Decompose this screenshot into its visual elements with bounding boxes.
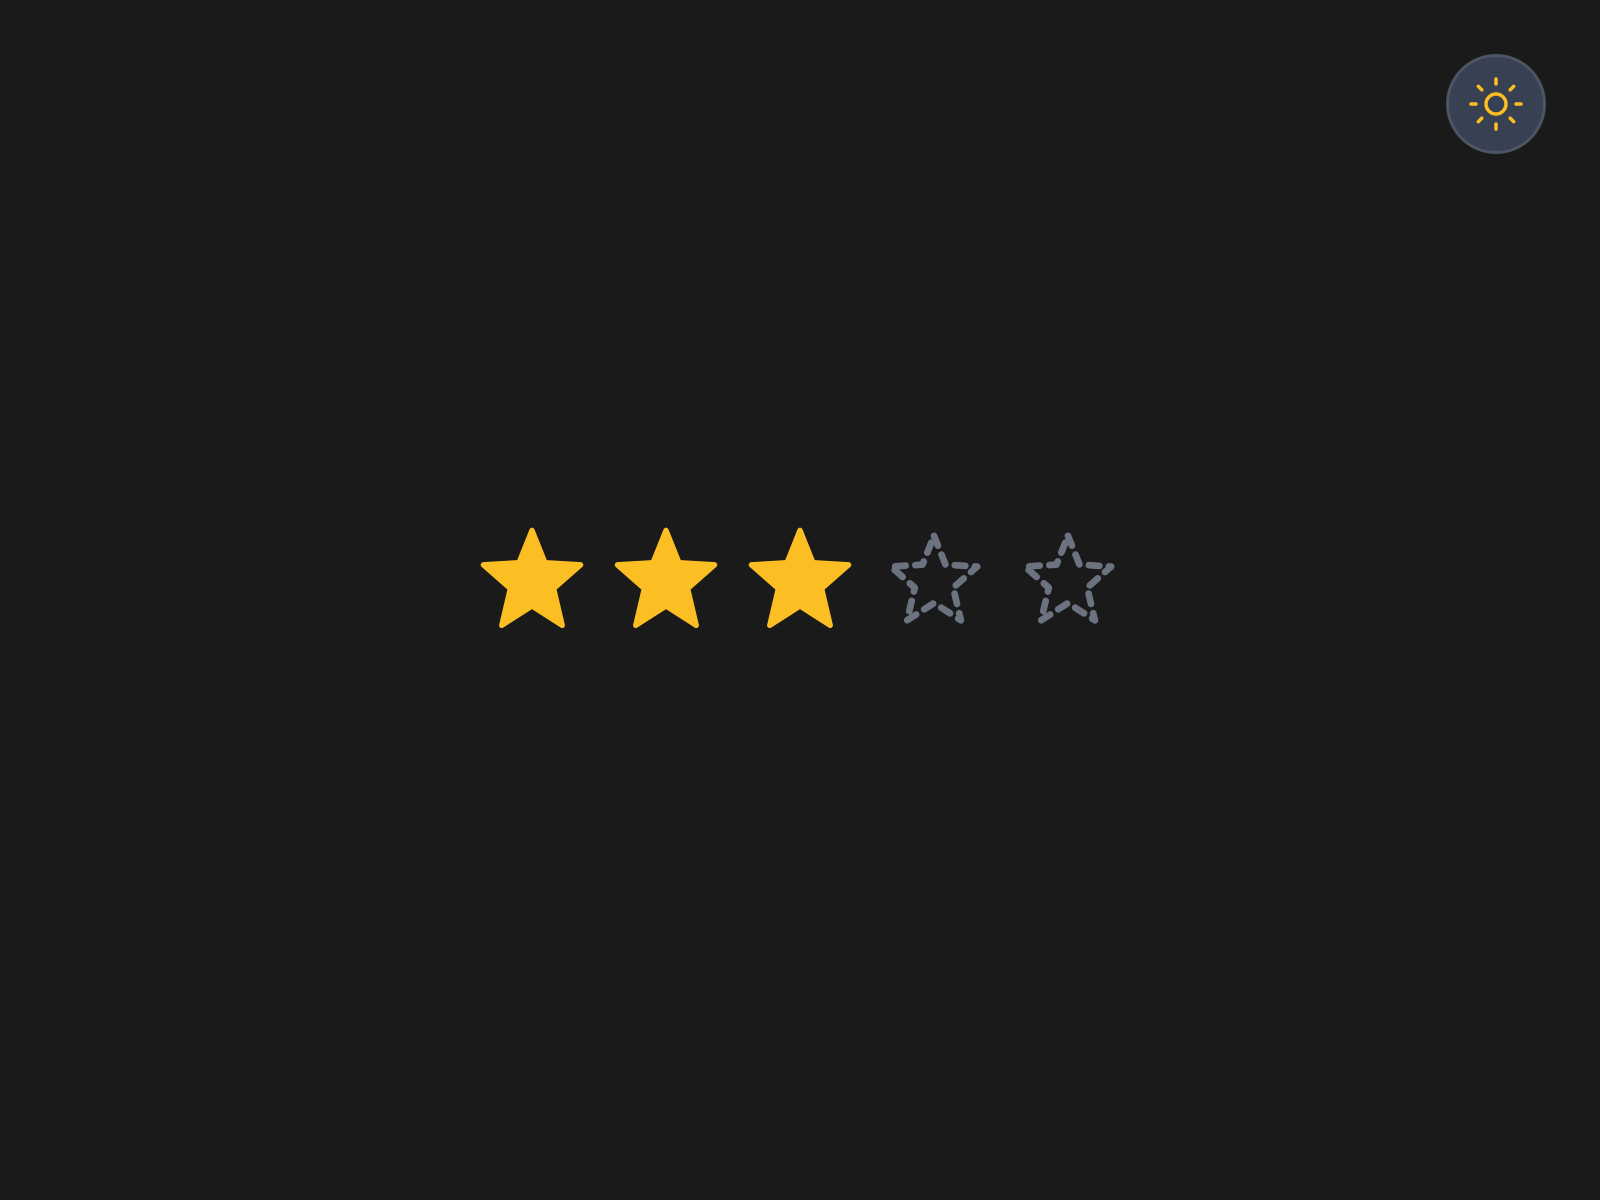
- star-empty-icon[interactable]: [880, 526, 988, 634]
- star-empty-icon[interactable]: [1014, 526, 1122, 634]
- star-filled-icon[interactable]: [612, 526, 720, 634]
- star-rating: [0, 525, 1600, 635]
- star-filled-icon[interactable]: [478, 526, 586, 634]
- sun-icon: [1468, 76, 1524, 132]
- theme-toggle-button[interactable]: [1446, 54, 1546, 154]
- star-filled-icon[interactable]: [746, 526, 854, 634]
